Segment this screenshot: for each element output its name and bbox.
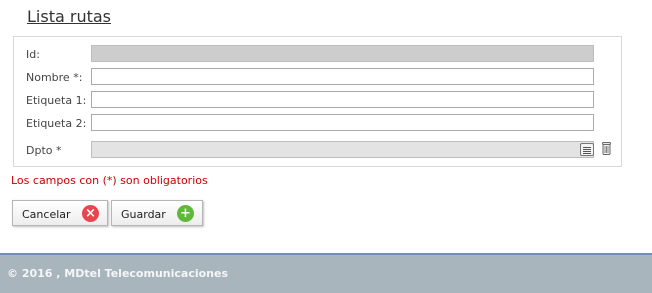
- trash-icon[interactable]: [602, 142, 611, 155]
- etiqueta2-field[interactable]: [91, 114, 594, 131]
- close-circle-icon: ×: [82, 205, 99, 222]
- nombre-row: Nombre *:: [14, 68, 621, 88]
- nombre-field[interactable]: [91, 68, 594, 85]
- cancel-button-label: Cancelar: [22, 208, 71, 221]
- etiqueta1-row: Etiqueta 1:: [14, 91, 621, 111]
- list-icon[interactable]: [580, 143, 594, 156]
- footer: © 2016 , MDtel Telecomunicaciones: [0, 253, 652, 293]
- route-form: Id: Nombre *: Etiqueta 1: Etiqueta 2: Dp…: [13, 36, 622, 167]
- dpto-label: Dpto *: [26, 144, 62, 157]
- etiqueta2-row: Etiqueta 2:: [14, 114, 621, 134]
- etiqueta2-label: Etiqueta 2:: [26, 117, 87, 130]
- footer-copyright: © 2016 , MDtel Telecomunicaciones: [7, 267, 229, 280]
- dpto-row: Dpto *: [14, 141, 621, 161]
- dpto-field[interactable]: [91, 141, 594, 158]
- cancel-button[interactable]: Cancelar ×: [12, 200, 108, 226]
- id-field: [91, 45, 594, 62]
- required-fields-note: Los campos con (*) son obligatorios: [11, 174, 208, 187]
- id-row: Id:: [14, 45, 621, 65]
- etiqueta1-label: Etiqueta 1:: [26, 94, 87, 107]
- etiqueta1-field[interactable]: [91, 91, 594, 108]
- save-button-label: Guardar: [121, 208, 166, 221]
- id-label: Id:: [26, 48, 40, 61]
- plus-circle-icon: +: [177, 205, 194, 222]
- page-title: Lista rutas: [27, 7, 111, 26]
- nombre-label: Nombre *:: [26, 71, 83, 84]
- save-button[interactable]: Guardar +: [111, 200, 203, 226]
